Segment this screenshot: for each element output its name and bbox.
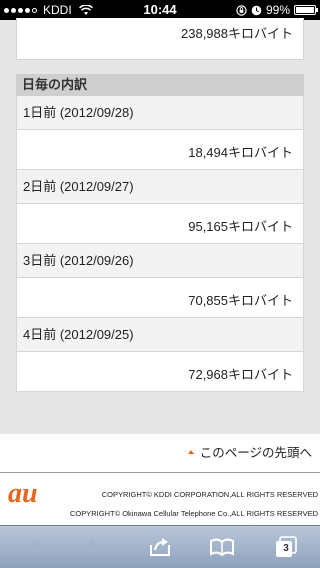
section-header: 日毎の内訳 (16, 74, 304, 96)
back-button[interactable] (12, 532, 56, 562)
day-value-1: 18,494キロバイト (188, 145, 293, 160)
total-usage-panel: 238,988キロバイト (16, 18, 304, 60)
up-arrow-icon (187, 449, 194, 454)
value-row-1: 18,494キロバイト (16, 130, 304, 170)
forward-arrow-icon (91, 540, 102, 554)
day-row-3: 3日前 (2012/09/26) (16, 244, 304, 278)
day-value-2: 95,165キロバイト (188, 219, 293, 234)
daily-breakdown: 日毎の内訳 1日前 (2012/09/28) 18,494キロバイト 2日前 (… (16, 74, 304, 392)
battery-level (296, 7, 314, 13)
share-button[interactable] (138, 532, 182, 562)
alarm-icon (251, 5, 262, 15)
value-row-2: 95,165キロバイト (16, 204, 304, 244)
status-bar: KDDI 10:44 99% (0, 0, 320, 20)
back-arrow-icon (28, 540, 39, 554)
copyright-kddi: COPYRIGHT© KDDI CORPORATION,ALL RIGHTS R… (101, 490, 318, 499)
bookmarks-button[interactable] (200, 532, 244, 562)
battery-percent: 99% (265, 3, 290, 17)
day-row-2: 2日前 (2012/09/27) (16, 170, 304, 204)
value-row-3: 70,855キロバイト (16, 278, 304, 318)
footer-divider (0, 472, 320, 473)
page-top-link[interactable]: このページの先頭へ (187, 442, 312, 461)
status-right: 99% (236, 0, 318, 20)
bookmarks-book-icon (210, 538, 234, 557)
tab-count: 3 (283, 543, 289, 554)
copyright-okinawa: COPYRIGHT© Okinawa Cellular Telephone Co… (70, 509, 318, 518)
day-value-4: 72,968キロバイト (188, 367, 293, 382)
rotation-lock-icon (236, 4, 247, 16)
forward-button[interactable] (74, 532, 118, 562)
footer: このページの先頭へ au COPYRIGHT© KDDI CORPORATION… (0, 434, 320, 525)
svg-text:au: au (8, 480, 38, 506)
battery-icon (294, 5, 318, 15)
value-row-4: 72,968キロバイト (16, 352, 304, 392)
day-row-1: 1日前 (2012/09/28) (16, 96, 304, 130)
day-row-4: 4日前 (2012/09/25) (16, 318, 304, 352)
share-icon (150, 538, 170, 556)
page-top-label: このページの先頭へ (199, 446, 312, 460)
day-value-3: 70,855キロバイト (188, 293, 293, 308)
browser-toolbar: 3 (0, 525, 320, 568)
au-logo: au (8, 480, 38, 506)
usage-content: 238,988キロバイト 日毎の内訳 1日前 (2012/09/28) 18,4… (0, 18, 320, 434)
tabs-button[interactable]: 3 (264, 532, 308, 562)
total-usage-value: 238,988キロバイト (181, 26, 293, 41)
